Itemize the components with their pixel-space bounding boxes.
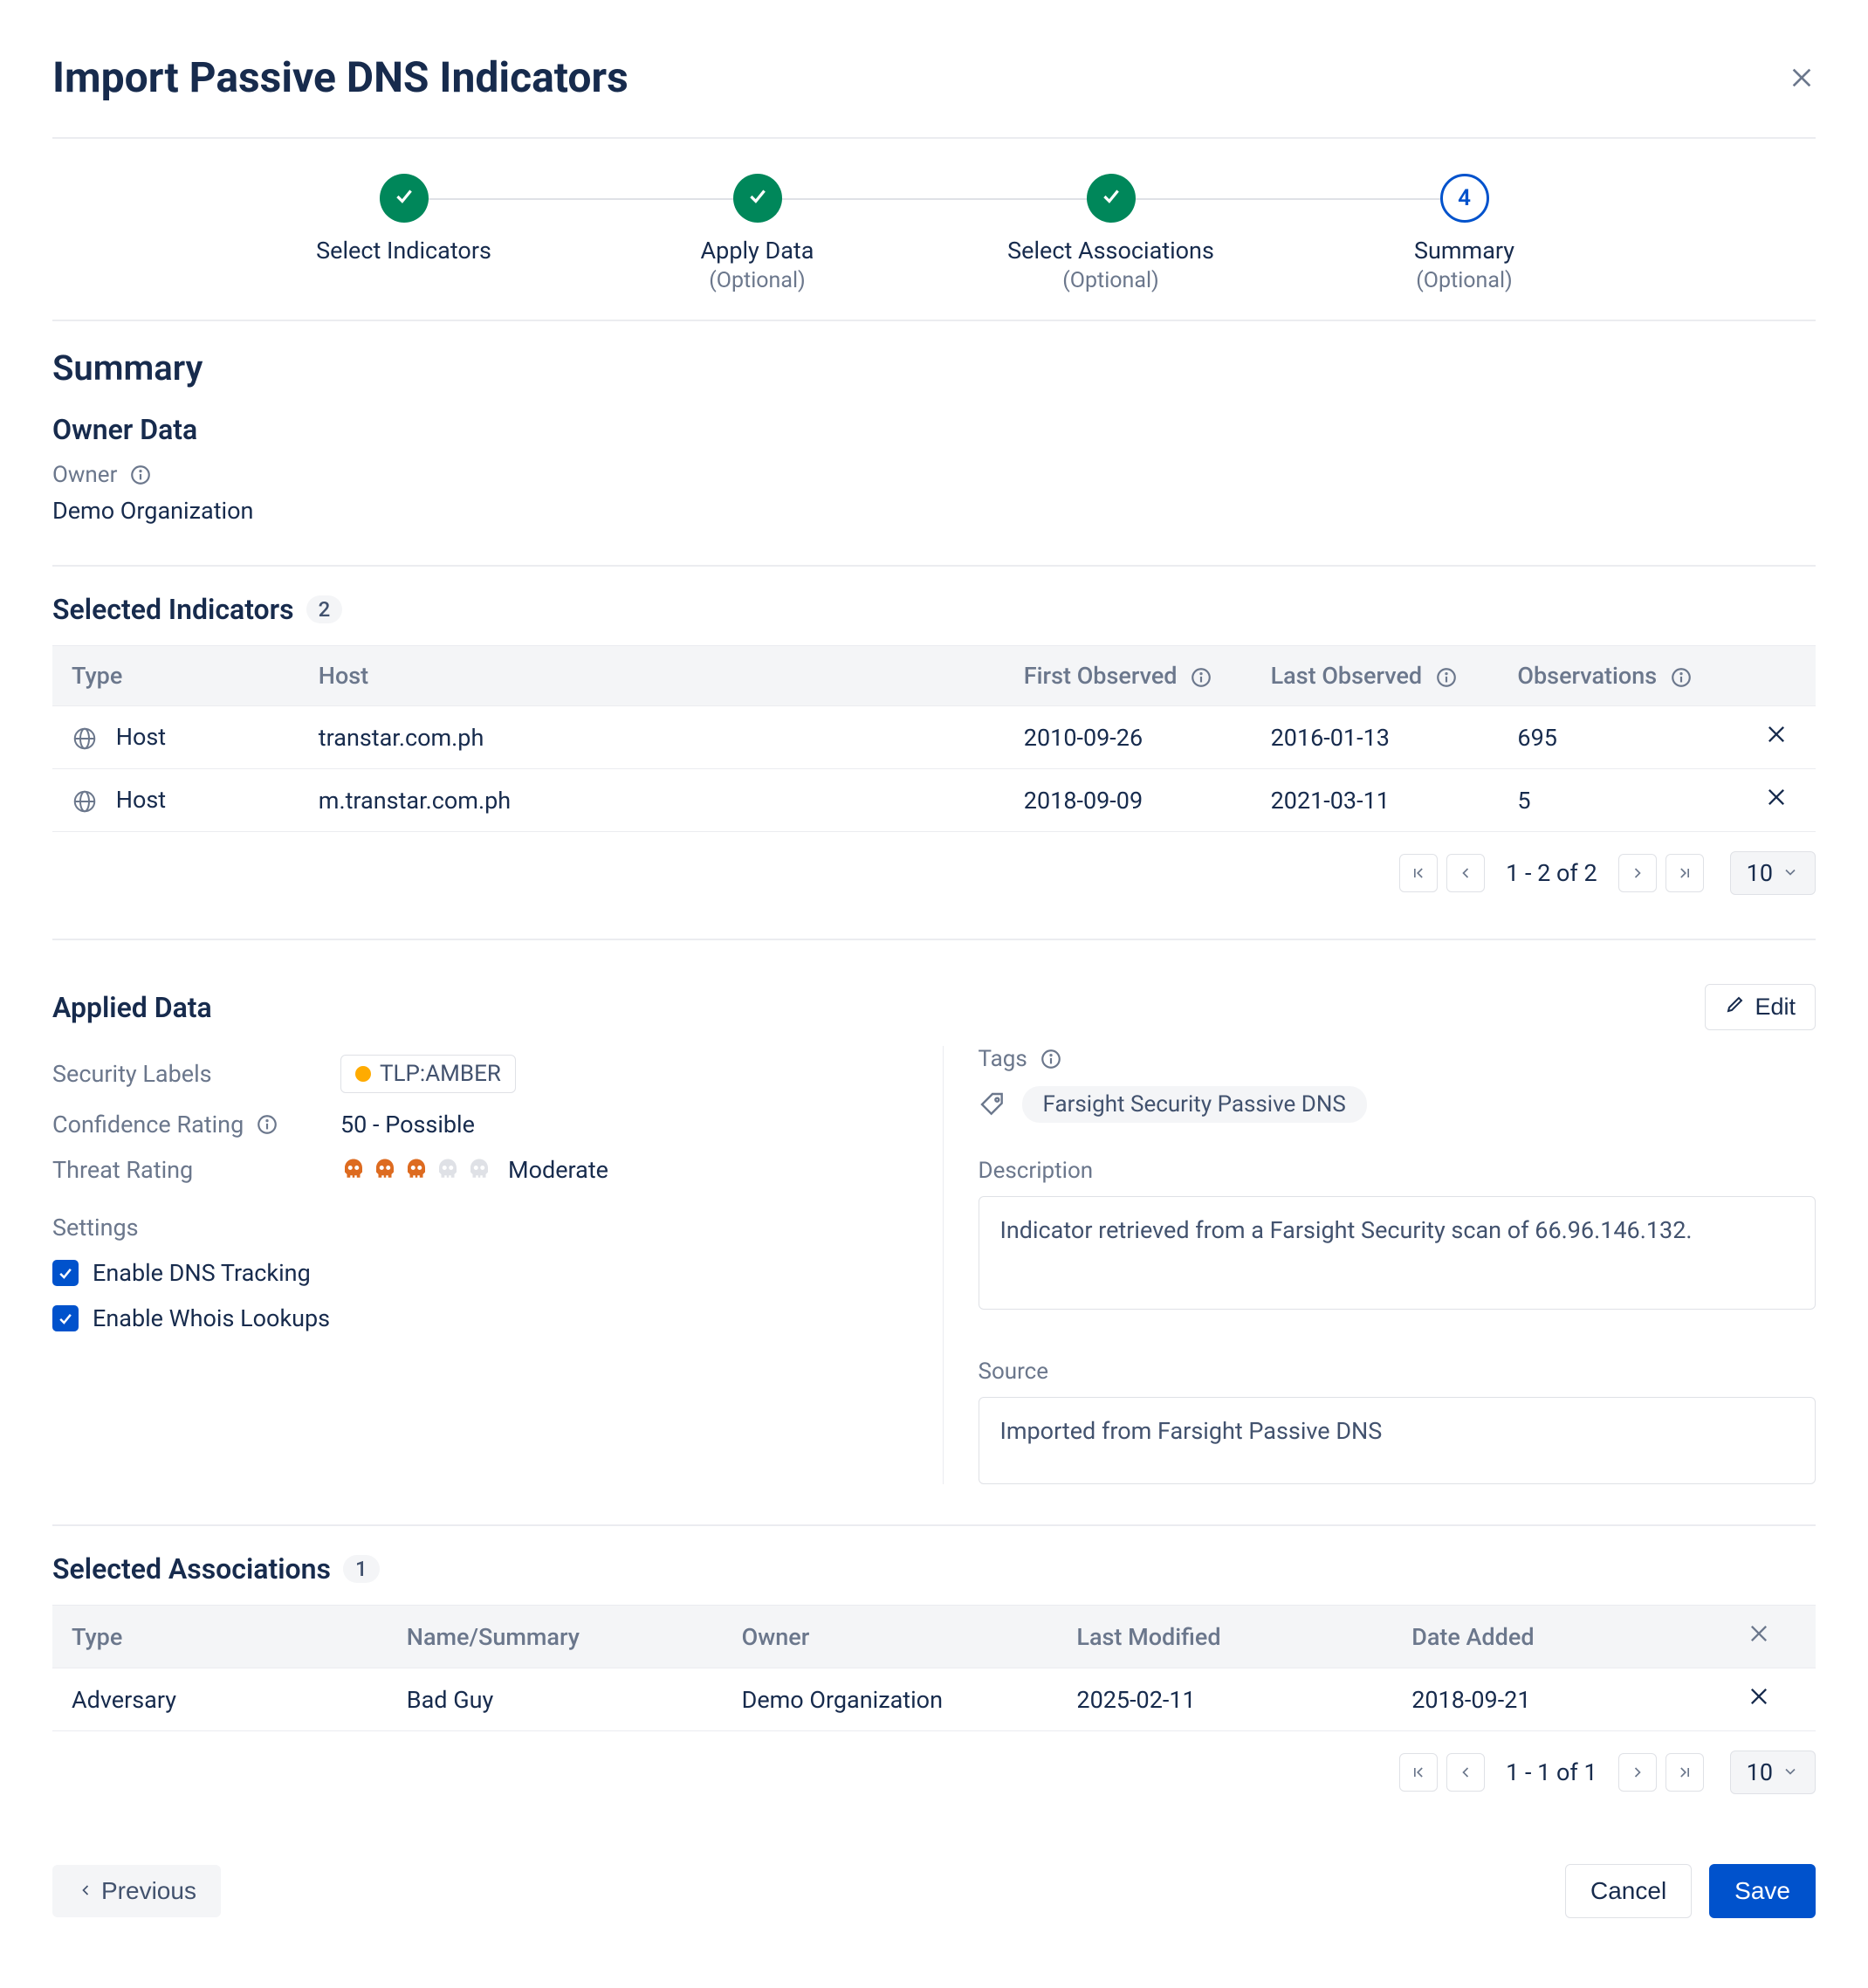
checkbox-checked-icon [52, 1260, 79, 1286]
col-date-added: Date Added [1392, 1606, 1727, 1668]
wizard-stepper: Select Indicators Apply Data (Optional) … [52, 139, 1816, 320]
col-host: Host [299, 646, 1005, 706]
selected-associations-heading: Selected Associations [52, 1552, 331, 1586]
save-button[interactable]: Save [1709, 1864, 1816, 1918]
info-icon[interactable] [256, 1113, 278, 1136]
remove-row-icon[interactable] [1745, 706, 1816, 769]
indicators-pager: 1 - 2 of 2 10 [52, 832, 1816, 930]
previous-button[interactable]: Previous [52, 1865, 221, 1917]
step-apply-data[interactable]: Apply Data (Optional) [580, 174, 934, 293]
pager-prev-button[interactable] [1446, 854, 1485, 892]
col-observations: Observations [1498, 646, 1745, 706]
source-label: Source [979, 1359, 1816, 1385]
col-type: Type [52, 1606, 388, 1668]
skull-icon [435, 1157, 461, 1183]
owner-label: Owner [52, 462, 117, 488]
edit-button[interactable]: Edit [1705, 984, 1816, 1030]
pager-prev-button[interactable] [1446, 1753, 1485, 1792]
pager-first-button[interactable] [1399, 854, 1438, 892]
chevron-left-icon [77, 1877, 94, 1905]
info-icon[interactable] [1670, 666, 1693, 689]
skull-icon [466, 1157, 492, 1183]
pager-info: 1 - 1 of 1 [1506, 1758, 1597, 1786]
pencil-icon [1725, 994, 1746, 1021]
threat-rating-value: Moderate [340, 1156, 608, 1184]
close-icon[interactable] [1788, 64, 1816, 92]
check-icon [746, 184, 769, 213]
summary-heading: Summary [52, 347, 1816, 389]
tlp-amber-label: TLP:AMBER [340, 1055, 516, 1093]
import-modal: Import Passive DNS Indicators Select Ind… [52, 52, 1816, 1936]
modal-title: Import Passive DNS Indicators [52, 52, 628, 102]
pager-last-button[interactable] [1665, 854, 1704, 892]
clear-all-icon[interactable] [1747, 1624, 1771, 1652]
col-type: Type [52, 646, 299, 706]
remove-row-icon[interactable] [1745, 769, 1816, 832]
col-last-observed: Last Observed [1252, 646, 1499, 706]
description-label: Description [979, 1158, 1816, 1184]
enable-dns-tracking-checkbox[interactable]: Enable DNS Tracking [52, 1250, 890, 1296]
table-row: Host m.transtar.com.ph 2018-09-09 2021-0… [52, 769, 1816, 832]
amber-dot-icon [355, 1066, 371, 1082]
step-select-indicators[interactable]: Select Indicators [227, 174, 580, 265]
info-icon[interactable] [1435, 666, 1458, 689]
owner-value: Demo Organization [52, 497, 1816, 525]
info-icon[interactable] [1190, 666, 1212, 689]
indicators-count-badge: 2 [306, 595, 343, 623]
enable-whois-lookups-checkbox[interactable]: Enable Whois Lookups [52, 1296, 890, 1341]
associations-table: Type Name/Summary Owner Last Modified Da… [52, 1605, 1816, 1731]
pager-first-button[interactable] [1399, 1753, 1438, 1792]
step-select-associations[interactable]: Select Associations (Optional) [934, 174, 1288, 293]
info-icon[interactable] [1040, 1048, 1062, 1070]
selected-indicators-heading: Selected Indicators [52, 593, 294, 626]
check-icon [393, 184, 415, 213]
remove-row-icon[interactable] [1727, 1668, 1816, 1731]
skull-icon [372, 1157, 398, 1183]
page-size-select[interactable]: 10 [1730, 1751, 1816, 1794]
pager-info: 1 - 2 of 2 [1506, 859, 1597, 887]
description-textbox[interactable]: Indicator retrieved from a Farsight Secu… [979, 1196, 1816, 1310]
pager-next-button[interactable] [1618, 1753, 1657, 1792]
applied-data-heading: Applied Data [52, 991, 212, 1024]
confidence-rating-value: 50 - Possible [340, 1111, 475, 1138]
checkbox-checked-icon [52, 1305, 79, 1331]
col-last-modified: Last Modified [1057, 1606, 1392, 1668]
pager-last-button[interactable] [1665, 1753, 1704, 1792]
cancel-button[interactable]: Cancel [1565, 1864, 1692, 1918]
associations-count-badge: 1 [343, 1555, 380, 1583]
tag-pill[interactable]: Farsight Security Passive DNS [1022, 1086, 1367, 1123]
table-row: Host transtar.com.ph 2010-09-26 2016-01-… [52, 706, 1816, 769]
step-summary[interactable]: 4 Summary (Optional) [1288, 174, 1641, 293]
indicators-table: Type Host First Observed Last Observed O… [52, 645, 1816, 832]
tag-icon [979, 1090, 1006, 1118]
col-owner: Owner [723, 1606, 1058, 1668]
security-labels-label: Security Labels [52, 1060, 340, 1088]
table-row: Adversary Bad Guy Demo Organization 2025… [52, 1668, 1816, 1731]
chevron-down-icon [1782, 859, 1799, 887]
settings-label: Settings [52, 1214, 890, 1242]
page-size-select[interactable]: 10 [1730, 851, 1816, 895]
skull-icon [340, 1157, 367, 1183]
col-name-summary: Name/Summary [388, 1606, 723, 1668]
chevron-down-icon [1782, 1758, 1799, 1786]
owner-data-heading: Owner Data [52, 413, 1816, 446]
globe-icon [72, 726, 98, 752]
associations-pager: 1 - 1 of 1 10 [52, 1731, 1816, 1829]
tags-label: Tags [979, 1046, 1027, 1072]
source-textbox[interactable]: Imported from Farsight Passive DNS [979, 1397, 1816, 1484]
confidence-rating-label: Confidence Rating [52, 1111, 244, 1138]
pager-next-button[interactable] [1618, 854, 1657, 892]
info-icon[interactable] [129, 464, 152, 486]
col-first-observed: First Observed [1005, 646, 1252, 706]
globe-icon [72, 788, 98, 815]
threat-rating-label: Threat Rating [52, 1156, 340, 1184]
check-icon [1100, 184, 1123, 213]
skull-icon [403, 1157, 429, 1183]
